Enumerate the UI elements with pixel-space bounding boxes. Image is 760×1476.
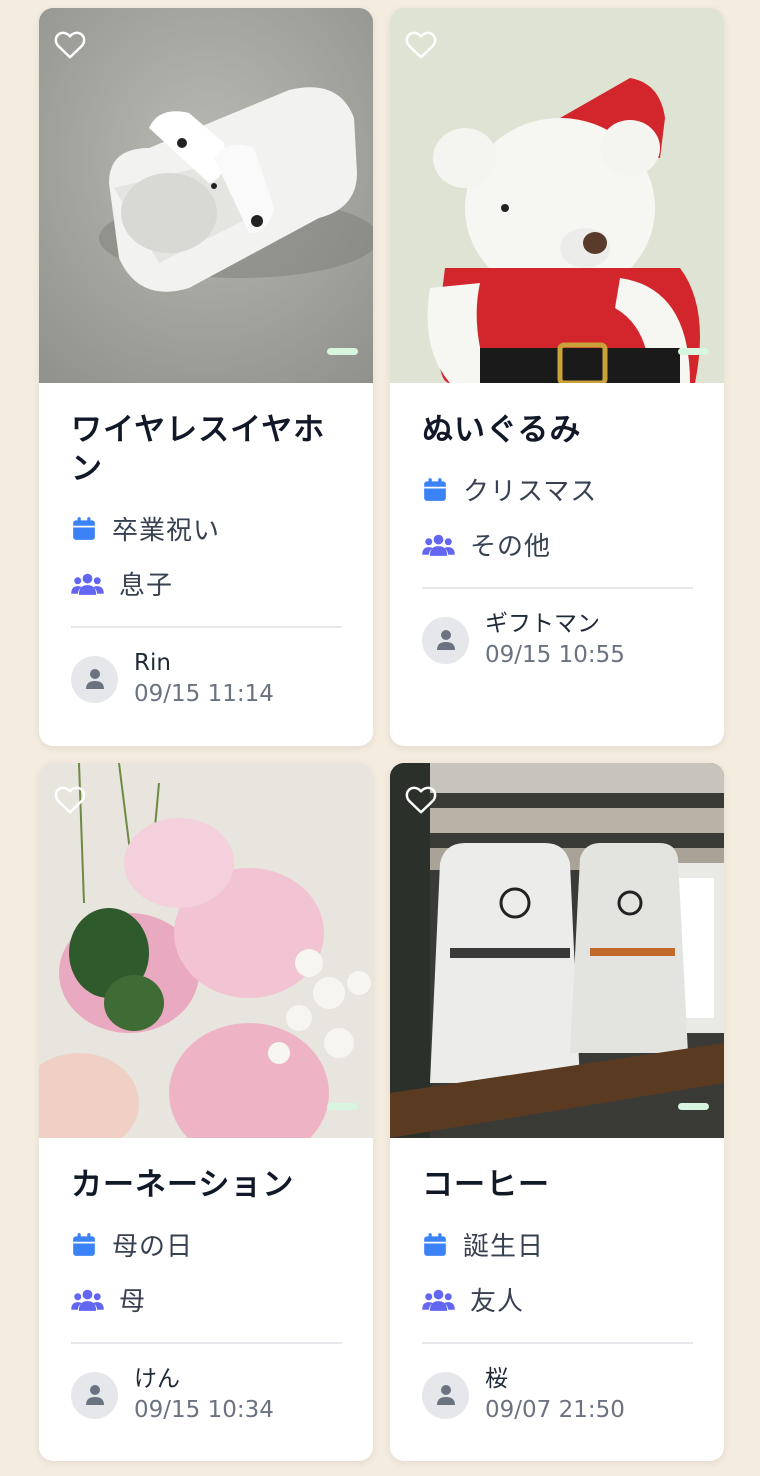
- wireless-earbuds-photo[interactable]: [39, 8, 373, 383]
- users-icon: [422, 534, 455, 556]
- event-row: 卒業祝い: [71, 501, 342, 556]
- author-name: 桜: [485, 1366, 508, 1392]
- pink-flowers-photo[interactable]: [39, 763, 373, 1138]
- gift-card-grid: ワイヤレスイヤホン 卒業祝い 息子 Rin 09/15 11:14 ぬいぐるみ …: [0, 0, 760, 1476]
- calendar-icon: [73, 1232, 95, 1256]
- event-label: 母の日: [112, 1232, 194, 1262]
- users-icon: [71, 1289, 104, 1311]
- avatar[interactable]: [422, 1371, 469, 1419]
- author-row[interactable]: 桜 09/07 21:50: [422, 1344, 693, 1426]
- heart-outline-icon[interactable]: [404, 785, 438, 815]
- recipient-row: その他: [422, 517, 693, 572]
- recipient-row: 息子: [71, 556, 342, 611]
- gift-card[interactable]: ぬいぐるみ クリスマス その他 ギフトマン 09/15 10:55: [390, 8, 724, 746]
- author-name: ギフトマン: [485, 611, 600, 637]
- event-label: クリスマス: [463, 477, 598, 507]
- event-row: クリスマス: [422, 462, 693, 517]
- author-name: Rin: [134, 650, 171, 676]
- teddy-bear-photo[interactable]: [390, 8, 724, 383]
- recipient-row: 母: [71, 1272, 342, 1327]
- calendar-icon: [73, 516, 95, 540]
- user-icon: [85, 1385, 104, 1405]
- gift-title: ワイヤレスイヤホン: [71, 412, 326, 487]
- heart-outline-icon[interactable]: [404, 30, 438, 60]
- gift-card[interactable]: ワイヤレスイヤホン 卒業祝い 息子 Rin 09/15 11:14: [39, 8, 373, 746]
- gift-card[interactable]: コーヒー 誕生日 友人 桜 09/07 21:50: [390, 763, 724, 1461]
- gift-card[interactable]: カーネーション 母の日 母 けん 09/15 10:34: [39, 763, 373, 1461]
- gift-title: ぬいぐるみ: [422, 412, 582, 448]
- heart-outline-icon[interactable]: [53, 30, 87, 60]
- user-icon: [436, 630, 455, 650]
- user-icon: [85, 669, 104, 689]
- recipient-label: 友人: [470, 1287, 525, 1317]
- calendar-icon: [424, 477, 446, 501]
- recipient-row: 友人: [422, 1272, 693, 1327]
- author-row[interactable]: ギフトマン 09/15 10:55: [422, 589, 693, 671]
- post-timestamp: 09/15 11:14: [134, 681, 274, 707]
- recipient-label: 母: [119, 1287, 147, 1317]
- coffee-bags-photo[interactable]: [390, 763, 724, 1138]
- recipient-label: その他: [470, 532, 552, 562]
- heart-outline-icon[interactable]: [53, 785, 87, 815]
- avatar[interactable]: [71, 655, 118, 703]
- avatar[interactable]: [422, 616, 469, 664]
- gift-title: カーネーション: [71, 1167, 295, 1203]
- author-name: けん: [134, 1366, 180, 1392]
- author-row[interactable]: けん 09/15 10:34: [71, 1344, 342, 1426]
- image-pagination-indicator: [327, 348, 358, 355]
- post-timestamp: 09/15 10:55: [485, 642, 625, 668]
- event-row: 母の日: [71, 1217, 342, 1272]
- image-pagination-indicator: [327, 1103, 358, 1110]
- user-icon: [436, 1385, 455, 1405]
- author-row[interactable]: Rin 09/15 11:14: [71, 628, 342, 710]
- post-timestamp: 09/15 10:34: [134, 1397, 274, 1423]
- event-label: 誕生日: [463, 1232, 545, 1262]
- users-icon: [71, 573, 104, 595]
- event-row: 誕生日: [422, 1217, 693, 1272]
- recipient-label: 息子: [119, 571, 174, 601]
- gift-title: コーヒー: [422, 1167, 550, 1203]
- event-label: 卒業祝い: [112, 516, 221, 546]
- image-pagination-indicator: [678, 1103, 709, 1110]
- post-timestamp: 09/07 21:50: [485, 1397, 625, 1423]
- image-pagination-indicator: [678, 348, 709, 355]
- avatar[interactable]: [71, 1371, 118, 1419]
- users-icon: [422, 1289, 455, 1311]
- calendar-icon: [424, 1232, 446, 1256]
